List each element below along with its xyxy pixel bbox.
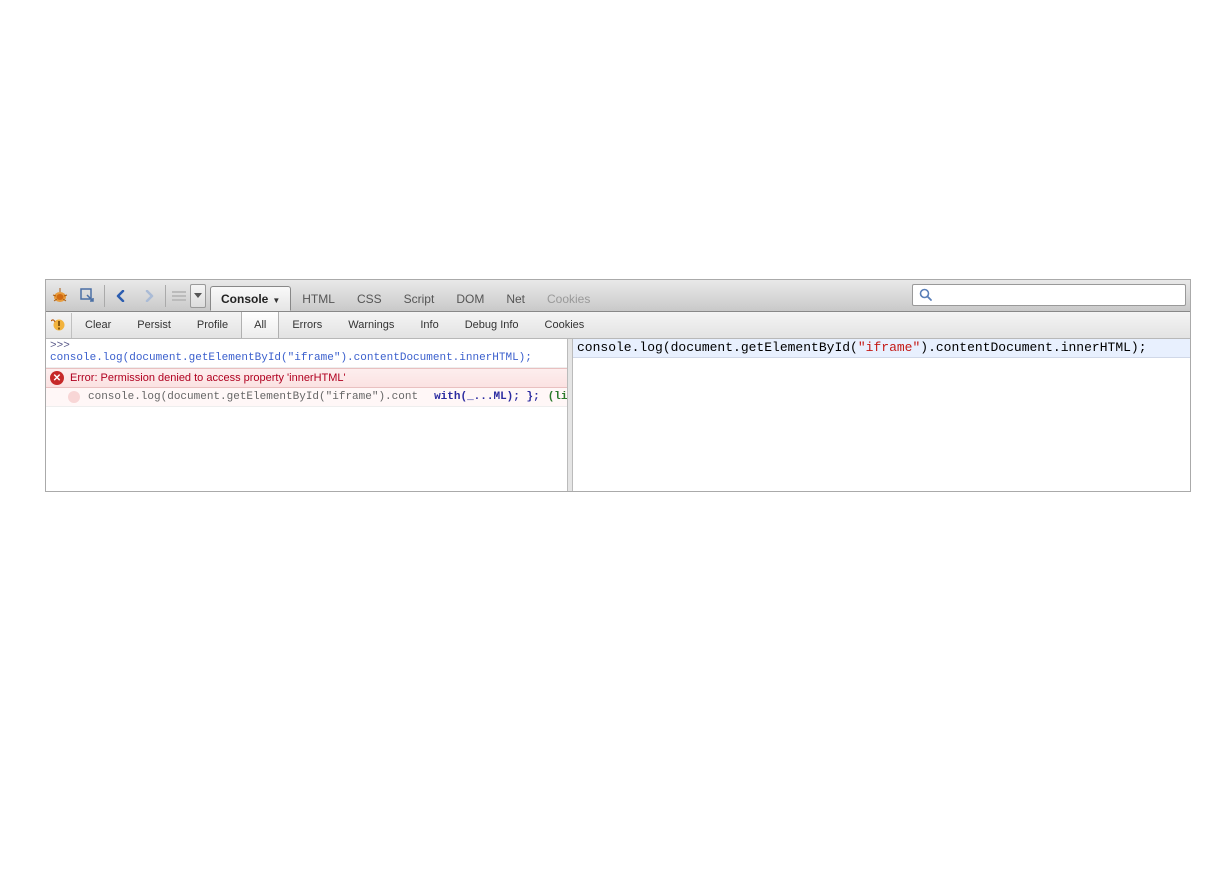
sub-label: Cookies xyxy=(545,319,585,331)
sub-label: Persist xyxy=(137,319,171,331)
search-box[interactable] xyxy=(912,284,1186,306)
code-string-literal: "iframe" xyxy=(858,340,920,355)
tab-dom[interactable]: DOM xyxy=(445,286,495,311)
break-on-error-icon[interactable] xyxy=(46,313,72,338)
sub-label: Debug Info xyxy=(465,319,519,331)
main-tabs: Console ▼ HTML CSS Script DOM Net Cookies xyxy=(210,280,601,311)
tab-label: Script xyxy=(404,292,435,306)
chevron-down-icon: ▼ xyxy=(272,296,280,305)
error-icon: ✕ xyxy=(50,371,64,385)
stack-code: console.log(document.getElementById("ifr… xyxy=(88,391,418,403)
console-toolbar: Clear Persist Profile All Errors Warning… xyxy=(46,312,1190,339)
tab-label: Console xyxy=(221,292,268,306)
search-input[interactable] xyxy=(937,289,1179,301)
stack-with: with(_...ML); }; xyxy=(434,391,540,403)
console-stack-row[interactable]: console.log(document.getElementById("ifr… xyxy=(46,388,567,407)
sub-label: Clear xyxy=(85,319,111,331)
tab-console[interactable]: Console ▼ xyxy=(210,286,291,311)
sub-label: Errors xyxy=(292,319,322,331)
tab-label: HTML xyxy=(302,292,335,306)
panel-dropdown[interactable] xyxy=(190,284,206,308)
tab-label: Cookies xyxy=(547,292,590,306)
tab-label: CSS xyxy=(357,292,382,306)
inspect-icon[interactable] xyxy=(75,283,101,309)
forward-button[interactable] xyxy=(136,283,162,309)
devtools-panel: Console ▼ HTML CSS Script DOM Net Cookies… xyxy=(45,279,1191,492)
console-command-row[interactable]: >>> console.log(document.getElementById(… xyxy=(46,339,567,368)
filter-debug-button[interactable]: Debug Info xyxy=(452,312,532,338)
stack-line: (line 2) xyxy=(548,391,567,403)
tab-html[interactable]: HTML xyxy=(291,286,346,311)
filter-info-button[interactable]: Info xyxy=(407,312,451,338)
clear-button[interactable]: Clear xyxy=(72,312,124,338)
sub-label: Profile xyxy=(197,319,228,331)
main-toolbar: Console ▼ HTML CSS Script DOM Net Cookies xyxy=(46,280,1190,312)
sub-label: Warnings xyxy=(348,319,394,331)
tab-script[interactable]: Script xyxy=(393,286,446,311)
command-editor-pane[interactable]: console.log(document.getElementById("ifr… xyxy=(573,339,1190,491)
sub-label: Info xyxy=(420,319,438,331)
console-prompt: >>> xyxy=(50,340,563,352)
filter-warnings-button[interactable]: Warnings xyxy=(335,312,407,338)
firebug-icon[interactable] xyxy=(47,283,73,309)
split-panes: >>> console.log(document.getElementById(… xyxy=(46,339,1190,491)
tab-net[interactable]: Net xyxy=(495,286,536,311)
console-output-pane[interactable]: >>> console.log(document.getElementById(… xyxy=(46,339,567,491)
toolbar-divider xyxy=(104,285,105,307)
console-error-row[interactable]: ✕ Error: Permission denied to access pro… xyxy=(46,368,567,388)
code-segment: console.log(document.getElementById( xyxy=(577,340,858,355)
toolbar-divider xyxy=(165,285,166,307)
command-editor-line[interactable]: console.log(document.getElementById("ifr… xyxy=(573,339,1190,358)
tab-label: DOM xyxy=(456,292,484,306)
tab-css[interactable]: CSS xyxy=(346,286,393,311)
breakpoint-dot-icon[interactable] xyxy=(68,391,80,403)
code-segment: ).contentDocument.innerHTML); xyxy=(920,340,1146,355)
sub-label: All xyxy=(254,319,266,331)
filter-cookies-button[interactable]: Cookies xyxy=(532,312,598,338)
search-icon xyxy=(919,288,933,302)
error-message: Error: Permission denied to access prope… xyxy=(70,372,346,384)
persist-button[interactable]: Persist xyxy=(124,312,184,338)
profile-button[interactable]: Profile xyxy=(184,312,241,338)
console-command-text: console.log(document.getElementById("ifr… xyxy=(50,352,563,364)
tab-label: Net xyxy=(506,292,525,306)
tab-cookies[interactable]: Cookies xyxy=(536,286,601,311)
filter-all-button[interactable]: All xyxy=(241,312,279,338)
menu-lines-icon[interactable] xyxy=(169,283,189,309)
back-button[interactable] xyxy=(108,283,134,309)
filter-errors-button[interactable]: Errors xyxy=(279,312,335,338)
